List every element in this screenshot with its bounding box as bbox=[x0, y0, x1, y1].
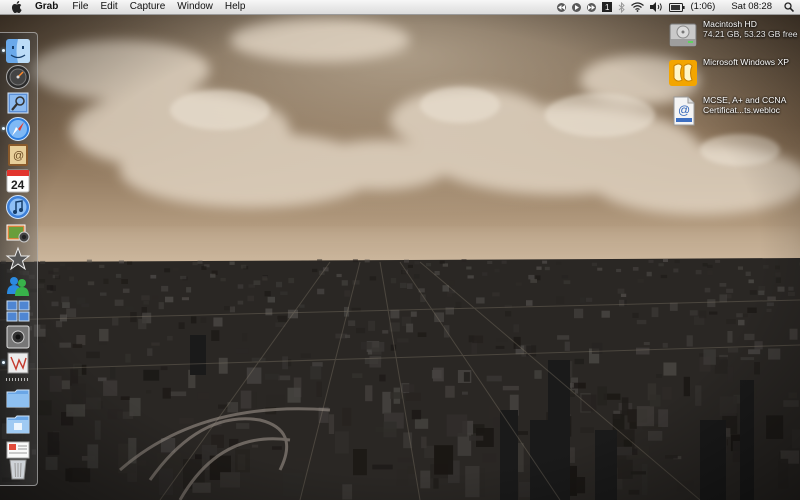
dock-item-applications[interactable] bbox=[5, 385, 31, 411]
forward-icon[interactable] bbox=[586, 2, 596, 12]
ical-date: 24 bbox=[11, 178, 25, 192]
menu-bar: Grab File Edit Capture Window Help 1 (1:… bbox=[0, 0, 800, 15]
rewind-icon[interactable] bbox=[556, 2, 566, 12]
dock-item-grab[interactable] bbox=[5, 324, 31, 350]
menu-edit[interactable]: Edit bbox=[94, 0, 123, 14]
running-indicator bbox=[2, 49, 5, 52]
battery-time: (1:06) bbox=[690, 1, 716, 12]
bluetooth-icon[interactable] bbox=[618, 1, 625, 13]
applications-folder-icon bbox=[6, 389, 30, 408]
dock-item-documents[interactable] bbox=[5, 411, 31, 437]
desktop-icon-webloc[interactable]: @ MCSE, A+ and CCNA Certificat...ts.webl… bbox=[668, 95, 800, 126]
documents-folder-icon bbox=[6, 415, 30, 434]
svg-text:@: @ bbox=[13, 150, 24, 162]
desktop-icon-macintosh-hd[interactable]: Macintosh HD 74.21 GB, 53.23 GB free bbox=[668, 19, 800, 50]
dock-item-address-book[interactable]: @ bbox=[5, 142, 31, 168]
grab-icon bbox=[6, 325, 30, 349]
dashboard-icon bbox=[6, 65, 30, 89]
dock-separator bbox=[6, 378, 30, 381]
webloc-file-icon: @ bbox=[668, 96, 698, 126]
apple-menu-icon[interactable] bbox=[10, 1, 22, 13]
volume-icon[interactable] bbox=[649, 2, 663, 12]
dock-item-safari[interactable] bbox=[2, 116, 31, 142]
hard-drive-icon bbox=[668, 20, 698, 50]
itunes-icon bbox=[6, 195, 30, 219]
menu-file[interactable]: File bbox=[66, 0, 94, 14]
address-book-icon: @ bbox=[8, 144, 28, 166]
svg-text:@: @ bbox=[678, 103, 690, 117]
record-icon[interactable]: 1 bbox=[601, 2, 612, 12]
parallels-icon bbox=[7, 352, 29, 374]
ical-icon: 24 bbox=[6, 169, 30, 193]
safari-icon bbox=[6, 117, 30, 141]
menu-capture[interactable]: Capture bbox=[124, 0, 172, 14]
trash-icon bbox=[9, 459, 27, 480]
menu-window[interactable]: Window bbox=[171, 0, 219, 14]
dock-item-ical[interactable]: 24 bbox=[5, 168, 31, 194]
svg-text:1: 1 bbox=[605, 3, 610, 12]
dock: @ 24 bbox=[0, 32, 38, 486]
iphoto-icon bbox=[6, 224, 30, 243]
running-indicator bbox=[2, 127, 5, 130]
dock-item-trash[interactable] bbox=[5, 455, 31, 481]
parallels-vm-icon bbox=[668, 58, 698, 88]
menu-help[interactable]: Help bbox=[219, 0, 252, 14]
dock-item-spaces[interactable] bbox=[5, 298, 31, 324]
spotlight-icon[interactable] bbox=[784, 2, 794, 12]
desktop-icon-title: MCSE, A+ and CCNA Certificat...ts.webloc bbox=[703, 95, 786, 115]
dock-item-finder[interactable] bbox=[2, 38, 31, 64]
dock-item-preview[interactable] bbox=[5, 90, 31, 116]
desktop-icon-subtitle: 74.21 GB, 53.23 GB free bbox=[703, 28, 798, 39]
play-icon[interactable] bbox=[571, 2, 581, 12]
dock-item-itunes[interactable] bbox=[5, 194, 31, 220]
desktop-icon-title: Microsoft Windows XP bbox=[703, 57, 789, 67]
wifi-icon[interactable] bbox=[630, 2, 644, 12]
clock[interactable]: Sat 08:28 bbox=[731, 0, 772, 14]
finder-icon bbox=[6, 39, 30, 63]
spaces-icon bbox=[6, 300, 30, 322]
dock-item-messenger[interactable] bbox=[5, 272, 31, 298]
menu-app-name[interactable]: Grab bbox=[31, 0, 66, 14]
messenger-icon bbox=[7, 277, 29, 296]
battery-icon[interactable] bbox=[668, 2, 685, 12]
desktop-icon-windows-xp[interactable]: Microsoft Windows XP bbox=[668, 57, 800, 88]
running-indicator bbox=[2, 361, 5, 364]
dock-item-parallels[interactable] bbox=[2, 350, 31, 376]
imovie-icon bbox=[5, 246, 31, 271]
dock-item-iphoto[interactable] bbox=[5, 220, 31, 246]
dock-item-dashboard[interactable] bbox=[5, 64, 31, 90]
preview-icon bbox=[7, 92, 29, 114]
dock-item-imovie[interactable] bbox=[5, 246, 31, 272]
